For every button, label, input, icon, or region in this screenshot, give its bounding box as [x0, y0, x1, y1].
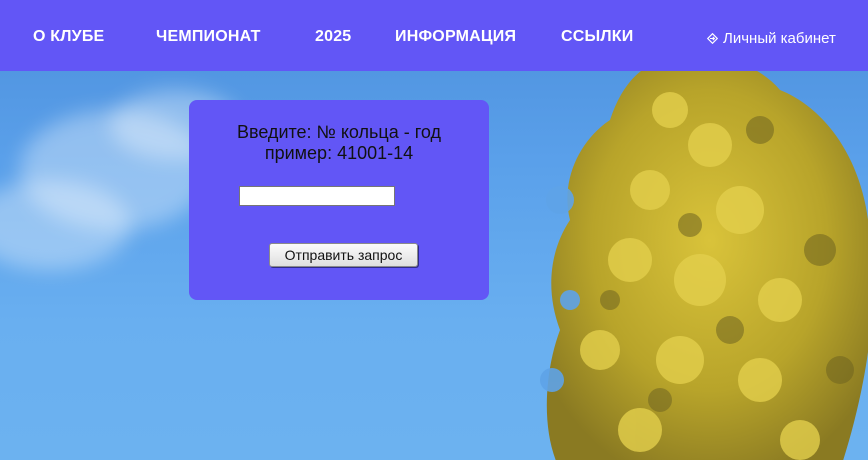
top-navigation: О КЛУБЕ ЧЕМПИОНАТ 2025 ИНФОРМАЦИЯ ССЫЛКИ… [0, 0, 868, 71]
personal-account-link[interactable]: Личный кабинет [707, 30, 836, 48]
nav-item-information[interactable]: ИНФОРМАЦИЯ [395, 27, 516, 47]
login-icon [707, 33, 718, 44]
query-example: пример: 41001-14 [264, 143, 414, 163]
personal-account-label: Личный кабинет [723, 30, 836, 47]
query-instruction: Введите: № кольца - год [236, 122, 442, 142]
ring-number-input[interactable] [239, 186, 395, 206]
ring-query-panel: Введите: № кольца - год пример: 41001-14… [189, 100, 489, 300]
tree-image [540, 53, 868, 460]
nav-item-about-club[interactable]: О КЛУБЕ [33, 27, 104, 47]
submit-request-button[interactable]: Отправить запрос [269, 243, 418, 267]
nav-item-championship[interactable]: ЧЕМПИОНАТ [156, 27, 261, 47]
nav-item-2025[interactable]: 2025 [315, 27, 351, 47]
nav-item-links[interactable]: ССЫЛКИ [561, 27, 633, 47]
